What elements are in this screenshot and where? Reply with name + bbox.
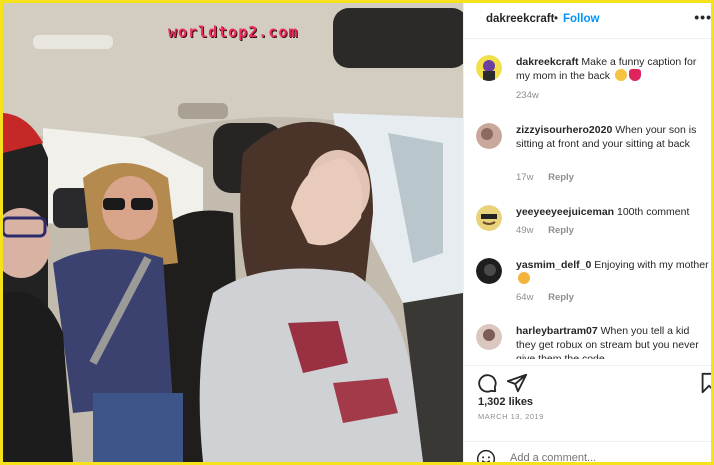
avatar[interactable] (476, 205, 502, 231)
post-actions-bar (464, 365, 711, 394)
add-comment-input[interactable] (510, 452, 670, 462)
comment-item: dakreekcraft Make a funny caption for my… (476, 55, 711, 105)
avatar[interactable] (476, 258, 502, 284)
car-interior-photo (3, 3, 463, 462)
comment-item: zizzyisourhero2020 When your son is sitt… (476, 123, 711, 183)
user-avatar-icon (476, 324, 502, 350)
red-heart-icon (628, 69, 641, 81)
comment-text: 100th comment (617, 206, 690, 218)
comment-username[interactable]: yasmim_delf_0 (516, 259, 591, 271)
watermark-text: worldtop2.com (168, 23, 299, 41)
more-options-icon[interactable]: ••• (694, 9, 711, 25)
reply-button[interactable]: Reply (548, 292, 574, 303)
comment-item: yasmim_delf_0 Enjoying with my mother 64… (476, 258, 711, 308)
instagram-post-frame: worldtop2.com dakreekcraft • Follow ••• … (3, 3, 711, 462)
avatar[interactable] (476, 324, 502, 350)
screaming-face-icon (518, 272, 530, 284)
comment-icon[interactable] (476, 372, 498, 394)
user-avatar-icon (476, 123, 502, 149)
comment-time: 234w (516, 90, 539, 101)
user-avatar-icon (476, 258, 502, 284)
comment-item: harleybartram07 When you tell a kid they… (476, 324, 711, 359)
comment-time: 49w (516, 225, 534, 236)
comment-username[interactable]: yeeyeeyeejuiceman (516, 206, 614, 218)
avatar[interactable] (476, 123, 502, 149)
laughing-face-icon (614, 69, 627, 81)
comment-username[interactable]: zizzyisourhero2020 (516, 124, 612, 136)
header-username[interactable]: dakreekcraft (486, 13, 554, 25)
comment-username[interactable]: dakreekcraft (516, 56, 578, 68)
add-comment-bar (464, 441, 711, 462)
follow-button[interactable]: Follow (563, 13, 599, 25)
user-avatar-icon (476, 205, 502, 231)
likes-count[interactable]: 1,302 likes (478, 396, 533, 408)
comment-time: 64w (516, 292, 534, 303)
comments-list[interactable]: dakreekcraft Make a funny caption for my… (464, 43, 711, 359)
post-photo[interactable]: worldtop2.com (3, 3, 463, 462)
reply-button[interactable]: Reply (548, 225, 574, 236)
post-side-panel: dakreekcraft • Follow ••• dakreekcraft M… (463, 3, 711, 462)
header-separator: • (554, 13, 559, 25)
share-icon[interactable] (506, 372, 528, 394)
comment-time: 17w (516, 172, 534, 183)
comment-text: Enjoying with my mother (594, 259, 709, 271)
emoji-icon[interactable] (476, 449, 496, 462)
reply-button[interactable]: Reply (548, 172, 574, 183)
avatar[interactable] (476, 55, 502, 81)
save-icon[interactable] (698, 372, 711, 394)
comment-username[interactable]: harleybartram07 (516, 325, 598, 337)
user-avatar-icon (476, 55, 502, 81)
post-date: MARCH 13, 2019 (478, 412, 544, 421)
comment-item: yeeyeeyeejuiceman 100th comment 49w Repl… (476, 205, 711, 245)
post-header: dakreekcraft • Follow ••• (464, 3, 711, 39)
